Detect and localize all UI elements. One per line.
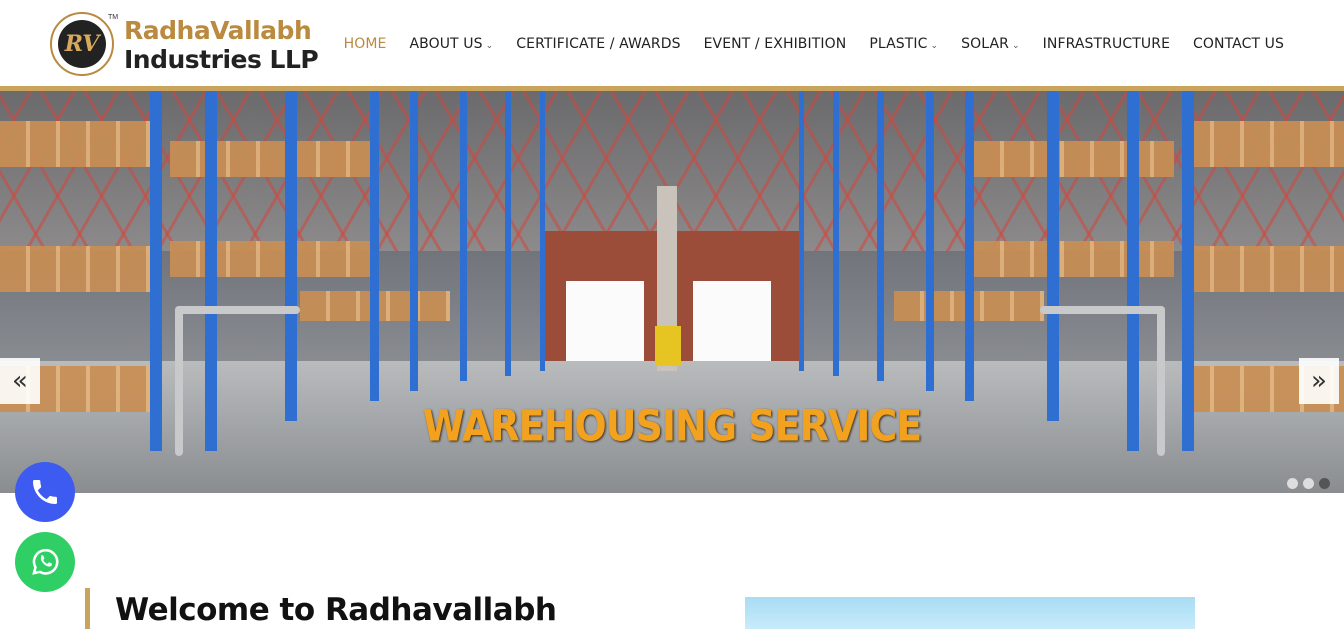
slide-image-rack	[926, 91, 934, 391]
slider-dot[interactable]	[1287, 478, 1298, 489]
slide-image-rack	[1182, 91, 1194, 451]
slide-image-rack	[1047, 91, 1059, 421]
slide-image-shelf	[1184, 246, 1344, 292]
phone-icon	[33, 480, 57, 504]
nav-label: ABOUT US	[409, 36, 483, 52]
slide-image-rack	[150, 91, 162, 451]
slide-image-rack	[370, 91, 379, 401]
slide-caption: WAREHOUSING SERVICE	[422, 401, 923, 451]
welcome-accent-bar	[85, 588, 90, 629]
whatsapp-icon	[32, 548, 59, 575]
slider-pagination	[1287, 478, 1335, 489]
brand-name-line1: RadhaVallabh	[124, 16, 312, 45]
site-header: RV TM RadhaVallabh Industries LLP HOME A…	[0, 0, 1344, 86]
slide-image-rack	[410, 91, 418, 391]
welcome-image	[745, 597, 1195, 629]
nav-item-contact-us[interactable]: CONTACT US	[1193, 36, 1284, 52]
slide-image-rack	[877, 91, 884, 381]
nav-label: HOME	[343, 36, 387, 52]
slide-image-rack	[460, 91, 467, 381]
hero-slider[interactable]: WAREHOUSING SERVICE « »	[0, 91, 1344, 493]
slide-image-rack	[833, 91, 839, 376]
nav-label: SOLAR	[961, 36, 1009, 52]
slider-dot-active[interactable]	[1319, 478, 1330, 489]
slide-image-rail	[1040, 306, 1165, 314]
nav-item-solar[interactable]: SOLAR ⌄	[961, 36, 1020, 52]
nav-item-plastic[interactable]: PLASTIC ⌄	[869, 36, 938, 52]
double-chevron-left-icon: «	[12, 366, 28, 396]
call-button[interactable]	[15, 462, 75, 522]
nav-item-event-exhibition[interactable]: EVENT / EXHIBITION	[704, 36, 847, 52]
slide-image-shelf	[1184, 121, 1344, 167]
nav-item-about-us[interactable]: ABOUT US ⌄	[409, 36, 493, 52]
nav-label: PLASTIC	[869, 36, 928, 52]
slide-image-rack	[205, 91, 217, 451]
slide-image-shelf	[0, 121, 160, 167]
slide-image-rack	[540, 91, 545, 371]
slide-image-shelf	[974, 241, 1174, 277]
chevron-down-icon: ⌄	[485, 41, 494, 51]
double-chevron-right-icon: »	[1311, 366, 1327, 396]
chevron-down-icon: ⌄	[930, 41, 939, 51]
slide-image-shelf	[974, 141, 1174, 177]
brand-name-line2: Industries LLP	[124, 45, 319, 74]
nav-label: CONTACT US	[1193, 36, 1284, 52]
nav-item-home[interactable]: HOME	[344, 36, 387, 52]
nav-label: INFRASTRUCTURE	[1042, 36, 1171, 52]
logo-mark-text: RV	[64, 31, 100, 57]
chevron-down-icon: ⌄	[1012, 41, 1020, 51]
welcome-title: Welcome to Radhavallabh	[115, 592, 557, 628]
nav-label: CERTIFICATE / AWARDS	[516, 36, 681, 52]
slide-image-pillar-guard	[655, 326, 681, 366]
slider-prev-button[interactable]: «	[0, 358, 40, 404]
slide-image-shelf	[170, 141, 370, 177]
main-nav: HOME ABOUT US ⌄ CERTIFICATE / AWARDS EVEN…	[321, 36, 1284, 52]
slide-image-rack	[1127, 91, 1139, 451]
slider-dot[interactable]	[1303, 478, 1314, 489]
whatsapp-button[interactable]	[15, 532, 75, 592]
slide-image-rail	[175, 306, 300, 314]
nav-label: EVENT / EXHIBITION	[703, 36, 847, 52]
trademark-label: TM	[108, 14, 119, 21]
slide-image-rack	[799, 91, 804, 371]
slider-next-button[interactable]: »	[1299, 358, 1339, 404]
slide-image-rack	[965, 91, 974, 401]
nav-item-certificate-awards[interactable]: CERTIFICATE / AWARDS	[516, 36, 680, 52]
slide-image-rack	[505, 91, 511, 376]
slide-image-shelf	[0, 246, 160, 292]
brand-logo[interactable]: RV TM RadhaVallabh Industries LLP	[50, 12, 319, 76]
logo-mark-icon: RV	[50, 12, 114, 76]
nav-item-infrastructure[interactable]: INFRASTRUCTURE	[1043, 36, 1170, 52]
slide-image-shelf	[170, 241, 370, 277]
slide-image-door	[566, 281, 644, 373]
slide-image-rack	[285, 91, 297, 421]
slide-image-door	[693, 281, 771, 373]
